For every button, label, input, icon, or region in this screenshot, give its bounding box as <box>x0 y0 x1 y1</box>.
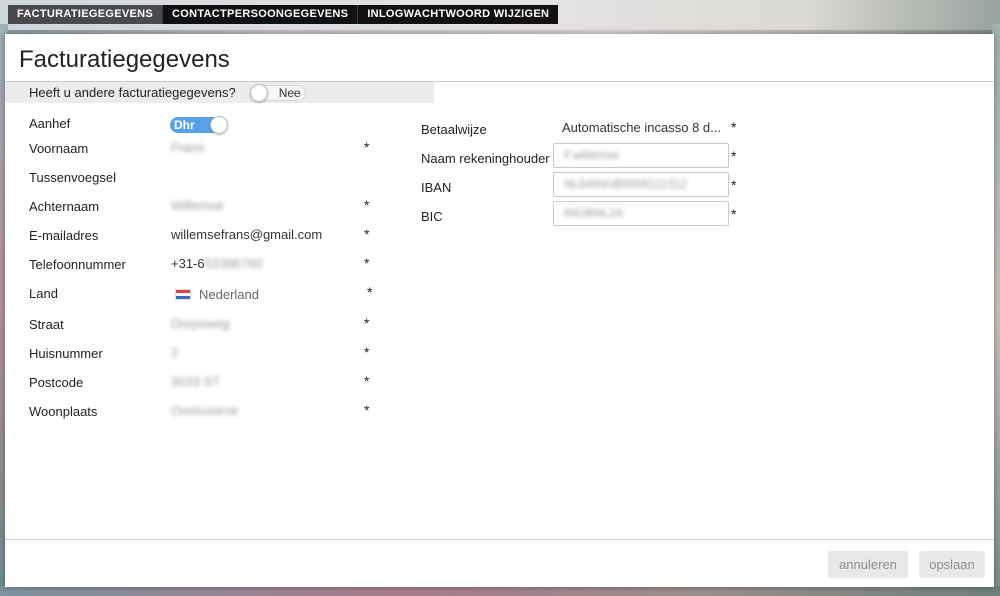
background-bottom <box>0 586 1000 596</box>
land-value: Nederland <box>199 287 259 302</box>
required-marker: * <box>731 148 737 164</box>
email-value[interactable]: willemsefrans@gmail.com <box>171 227 322 242</box>
land-label: Land <box>29 286 58 301</box>
telefoon-value[interactable]: +31-653396760 <box>171 256 262 271</box>
achternaam-value[interactable]: Willemse <box>171 198 224 213</box>
required-marker: * <box>364 344 370 360</box>
bic-input[interactable]: INGBNL2A <box>553 201 729 226</box>
aanhef-toggle-label: Dhr <box>174 118 195 132</box>
required-marker: * <box>364 373 370 389</box>
telefoon-rest: 53396760 <box>204 256 263 271</box>
alt-billing-toggle[interactable]: Nee <box>249 83 306 102</box>
woonplaats-value[interactable]: Oostvoorne <box>171 403 238 418</box>
rekeninghouder-input[interactable]: F.willemse <box>553 143 729 168</box>
betaalwijze-value[interactable]: Automatische incasso 8 d... <box>562 120 721 135</box>
toggle-knob <box>210 116 228 134</box>
cancel-button[interactable]: annuleren <box>828 551 908 578</box>
voornaam-value[interactable]: Frans <box>171 140 204 155</box>
tab-inlogwachtwoord-wijzigen[interactable]: INLOGWACHTWOORD WIJZIGEN <box>357 5 558 24</box>
aanhef-label: Aanhef <box>29 116 71 131</box>
land-select[interactable]: Nederland <box>175 287 259 302</box>
tab-bar: FACTURATIEGEGEVENS CONTACTPERSOONGEGEVEN… <box>8 5 559 24</box>
alt-billing-row: Heeft u andere facturatiegegevens? Nee <box>5 82 434 103</box>
huisnummer-label: Huisnummer <box>29 346 103 361</box>
straat-value[interactable]: Dorpsweg <box>171 316 230 331</box>
voornaam-label: Voornaam <box>29 141 89 156</box>
bic-label: BIC <box>421 209 443 224</box>
required-marker: * <box>367 284 373 300</box>
required-marker: * <box>364 402 370 418</box>
required-marker: * <box>364 226 370 242</box>
achternaam-label: Achternaam <box>29 199 100 214</box>
tab-facturatiegegevens[interactable]: FACTURATIEGEGEVENS <box>8 5 162 24</box>
alt-billing-toggle-label: Nee <box>278 85 301 100</box>
woonplaats-label: Woonplaats <box>29 404 98 419</box>
postcode-value[interactable]: 3033 ST <box>171 374 220 389</box>
toggle-knob <box>249 83 268 102</box>
iban-label: IBAN <box>421 180 452 195</box>
bic-value: INGBNL2A <box>564 206 624 220</box>
page-title: Facturatiegegevens <box>19 46 230 73</box>
telefoon-label: Telefoonnummer <box>29 257 126 272</box>
huisnummer-value[interactable]: 2 <box>171 345 178 360</box>
iban-value: NL64INGB0009111312 <box>564 177 687 191</box>
telefoon-prefix: +31-6 <box>171 256 205 271</box>
tab-contactpersoongegevens[interactable]: CONTACTPERSOONGEGEVENS <box>162 5 357 24</box>
required-marker: * <box>731 119 737 135</box>
tussenvoegsel-label: Tussenvoegsel <box>29 170 116 185</box>
postcode-label: Postcode <box>29 375 84 390</box>
email-label: E-mailadres <box>29 228 99 243</box>
footer-divider <box>5 539 994 540</box>
rekeninghouder-label: Naam rekeninghouder <box>421 151 550 166</box>
required-marker: * <box>364 197 370 213</box>
required-marker: * <box>731 177 737 193</box>
required-marker: * <box>731 206 737 222</box>
betaalwijze-label: Betaalwijze <box>421 122 487 137</box>
save-button[interactable]: opslaan <box>919 551 985 578</box>
aanhef-toggle[interactable]: Dhr <box>170 116 228 134</box>
rekeninghouder-value: F.willemse <box>564 148 620 162</box>
billing-dialog: Facturatiegegevens Heeft u andere factur… <box>5 34 994 587</box>
iban-input[interactable]: NL64INGB0009111312 <box>553 172 729 197</box>
required-marker: * <box>364 315 370 331</box>
required-marker: * <box>364 139 370 155</box>
straat-label: Straat <box>29 317 64 332</box>
required-marker: * <box>364 255 370 271</box>
alt-billing-question: Heeft u andere facturatiegegevens? <box>29 85 236 100</box>
netherlands-flag-icon <box>175 289 191 300</box>
